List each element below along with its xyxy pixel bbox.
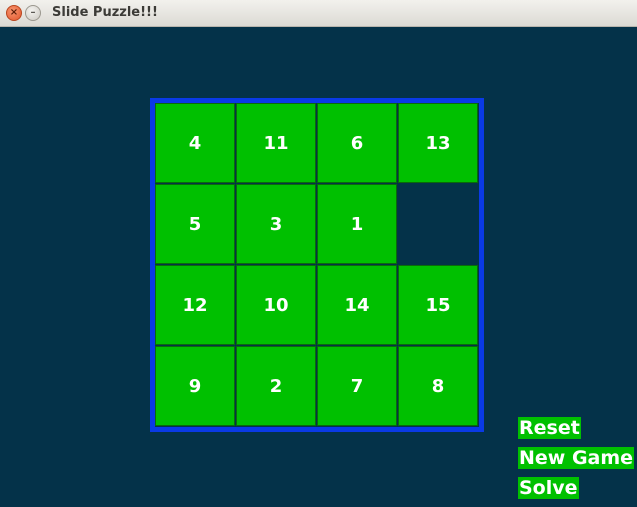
- close-icon[interactable]: ×: [6, 5, 22, 21]
- puzzle-tile[interactable]: 13: [398, 103, 478, 183]
- puzzle-tile[interactable]: 3: [236, 184, 316, 264]
- reset-button[interactable]: Reset: [518, 417, 581, 439]
- puzzle-tile[interactable]: 12: [155, 265, 235, 345]
- puzzle-tile[interactable]: 10: [236, 265, 316, 345]
- empty-slot: [398, 184, 478, 264]
- puzzle-tile[interactable]: 1: [317, 184, 397, 264]
- puzzle-tile[interactable]: 14: [317, 265, 397, 345]
- puzzle-tile[interactable]: 7: [317, 346, 397, 426]
- title-bar[interactable]: × – Slide Puzzle!!!: [0, 0, 637, 27]
- puzzle-tile[interactable]: 6: [317, 103, 397, 183]
- puzzle-tile[interactable]: 9: [155, 346, 235, 426]
- solve-button[interactable]: Solve: [518, 477, 579, 499]
- puzzle-tile[interactable]: 5: [155, 184, 235, 264]
- puzzle-tile[interactable]: 11: [236, 103, 316, 183]
- puzzle-tile[interactable]: 15: [398, 265, 478, 345]
- puzzle-tile[interactable]: 8: [398, 346, 478, 426]
- puzzle-tile[interactable]: 2: [236, 346, 316, 426]
- puzzle-board: 4 11 6 13 5 3 1 12 10 14 15 9 2 7 8: [150, 98, 484, 432]
- window-title: Slide Puzzle!!!: [52, 5, 158, 20]
- app-window: × – Slide Puzzle!!! 4 11 6 13 5 3 1 12 1…: [0, 0, 637, 507]
- new-game-button[interactable]: New Game: [518, 447, 635, 469]
- puzzle-tile[interactable]: 4: [155, 103, 235, 183]
- minimize-icon[interactable]: –: [25, 5, 41, 21]
